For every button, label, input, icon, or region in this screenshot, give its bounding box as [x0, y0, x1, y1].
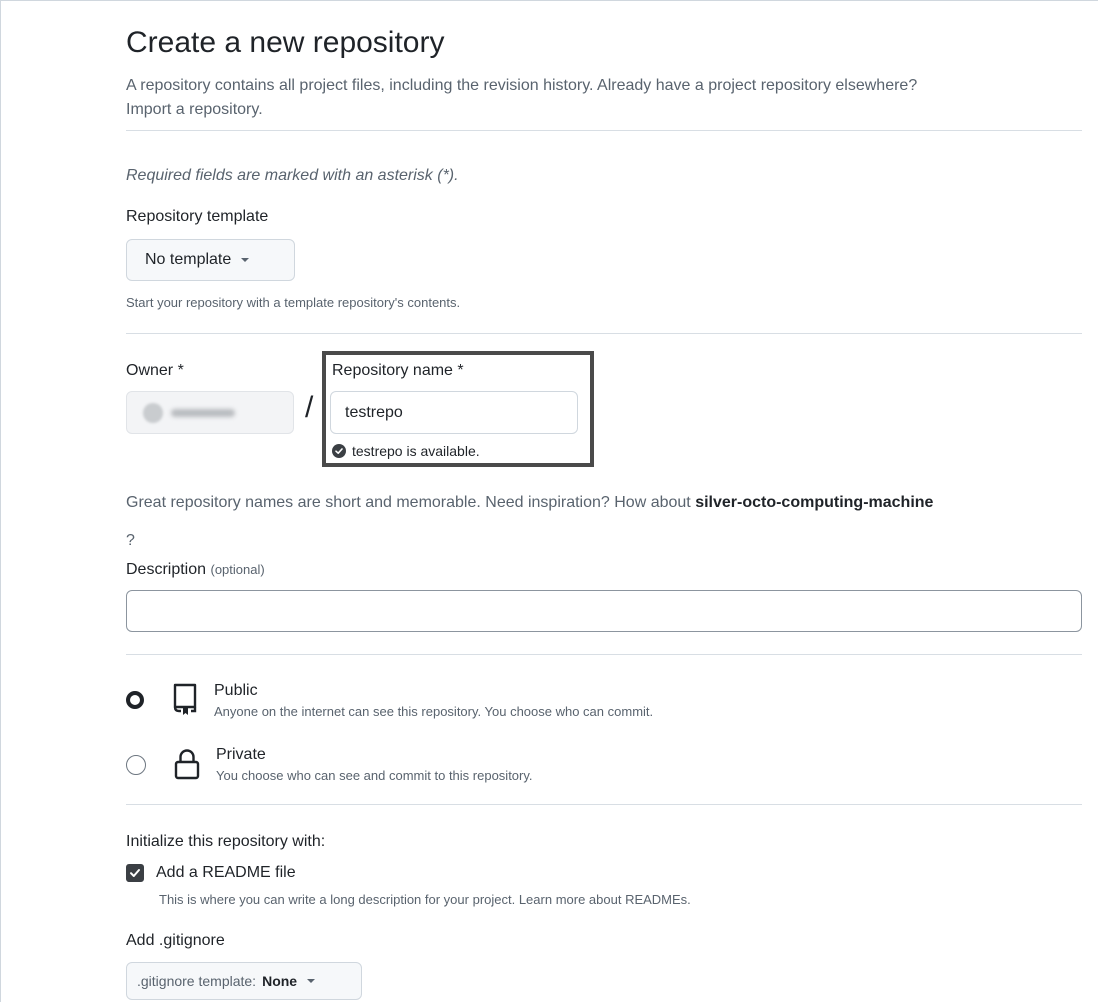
divider: [126, 333, 1082, 334]
description-label-text: Description: [126, 561, 207, 578]
initialize-heading: Initialize this repository with:: [126, 833, 326, 850]
template-hint: Start your repository with a template re…: [126, 295, 461, 310]
divider: [126, 804, 1082, 805]
suggestion-text: Great repository names are short and mem…: [126, 494, 691, 511]
lock-icon: [174, 749, 200, 780]
intro-text: A repository contains all project files,…: [126, 74, 1082, 122]
owner-repo-separator: /: [305, 391, 314, 424]
suggested-name-link[interactable]: silver-octo-computing-machine: [695, 494, 933, 511]
checkmark-icon: [130, 869, 140, 877]
public-title: Public: [214, 682, 258, 699]
repository-name-input[interactable]: [330, 391, 578, 434]
availability-status: testrepo is available.: [332, 443, 480, 459]
availability-text: testrepo is available.: [352, 443, 480, 459]
owner-label: Owner *: [126, 362, 184, 379]
owner-select[interactable]: [126, 391, 294, 434]
template-select-value: No template: [145, 251, 232, 268]
template-select[interactable]: No template: [126, 239, 295, 281]
visibility-option-private[interactable]: Private You choose who can see and commi…: [126, 744, 533, 786]
public-radio[interactable]: [126, 691, 144, 709]
frame-border-left: [0, 0, 1, 1002]
suggestion-trailing: ?: [126, 532, 135, 549]
repository-template-label: Repository template: [126, 208, 269, 225]
description-label: Description (optional): [126, 561, 265, 579]
owner-name-redacted: [171, 408, 235, 417]
private-radio[interactable]: [126, 755, 146, 775]
import-repository-link[interactable]: Import a repository.: [126, 101, 263, 118]
divider: [126, 130, 1082, 131]
divider: [126, 654, 1082, 655]
chevron-down-icon: [241, 258, 250, 262]
repo-icon: [173, 683, 197, 715]
gitignore-select-prefix: .gitignore template:: [137, 973, 257, 989]
private-title: Private: [216, 746, 266, 763]
readme-description: This is where you can write a long descr…: [159, 892, 691, 907]
intro-description: A repository contains all project files,…: [126, 77, 918, 94]
chevron-down-icon: [307, 979, 316, 983]
visibility-option-public[interactable]: Public Anyone on the internet can see th…: [126, 680, 653, 722]
gitignore-label: Add .gitignore: [126, 932, 225, 949]
page-title: Create a new repository: [126, 26, 445, 59]
avatar: [143, 402, 163, 423]
private-description: You choose who can see and commit to thi…: [216, 768, 533, 783]
required-fields-note: Required fields are marked with an aster…: [126, 167, 459, 184]
description-input[interactable]: [126, 590, 1082, 632]
name-suggestion: Great repository names are short and mem…: [126, 484, 1082, 560]
public-description: Anyone on the internet can see this repo…: [214, 704, 654, 719]
readme-checkbox[interactable]: [126, 864, 144, 882]
frame-border-top: [0, 0, 1098, 1]
description-optional: (optional): [210, 562, 265, 577]
check-circle-icon: [332, 444, 346, 458]
readme-label: Add a README file: [156, 864, 296, 881]
readme-checkbox-row[interactable]: Add a README file: [126, 864, 296, 882]
gitignore-select-value: None: [262, 973, 298, 989]
repository-name-label: Repository name *: [332, 362, 464, 379]
gitignore-select[interactable]: .gitignore template: None: [126, 962, 362, 1000]
